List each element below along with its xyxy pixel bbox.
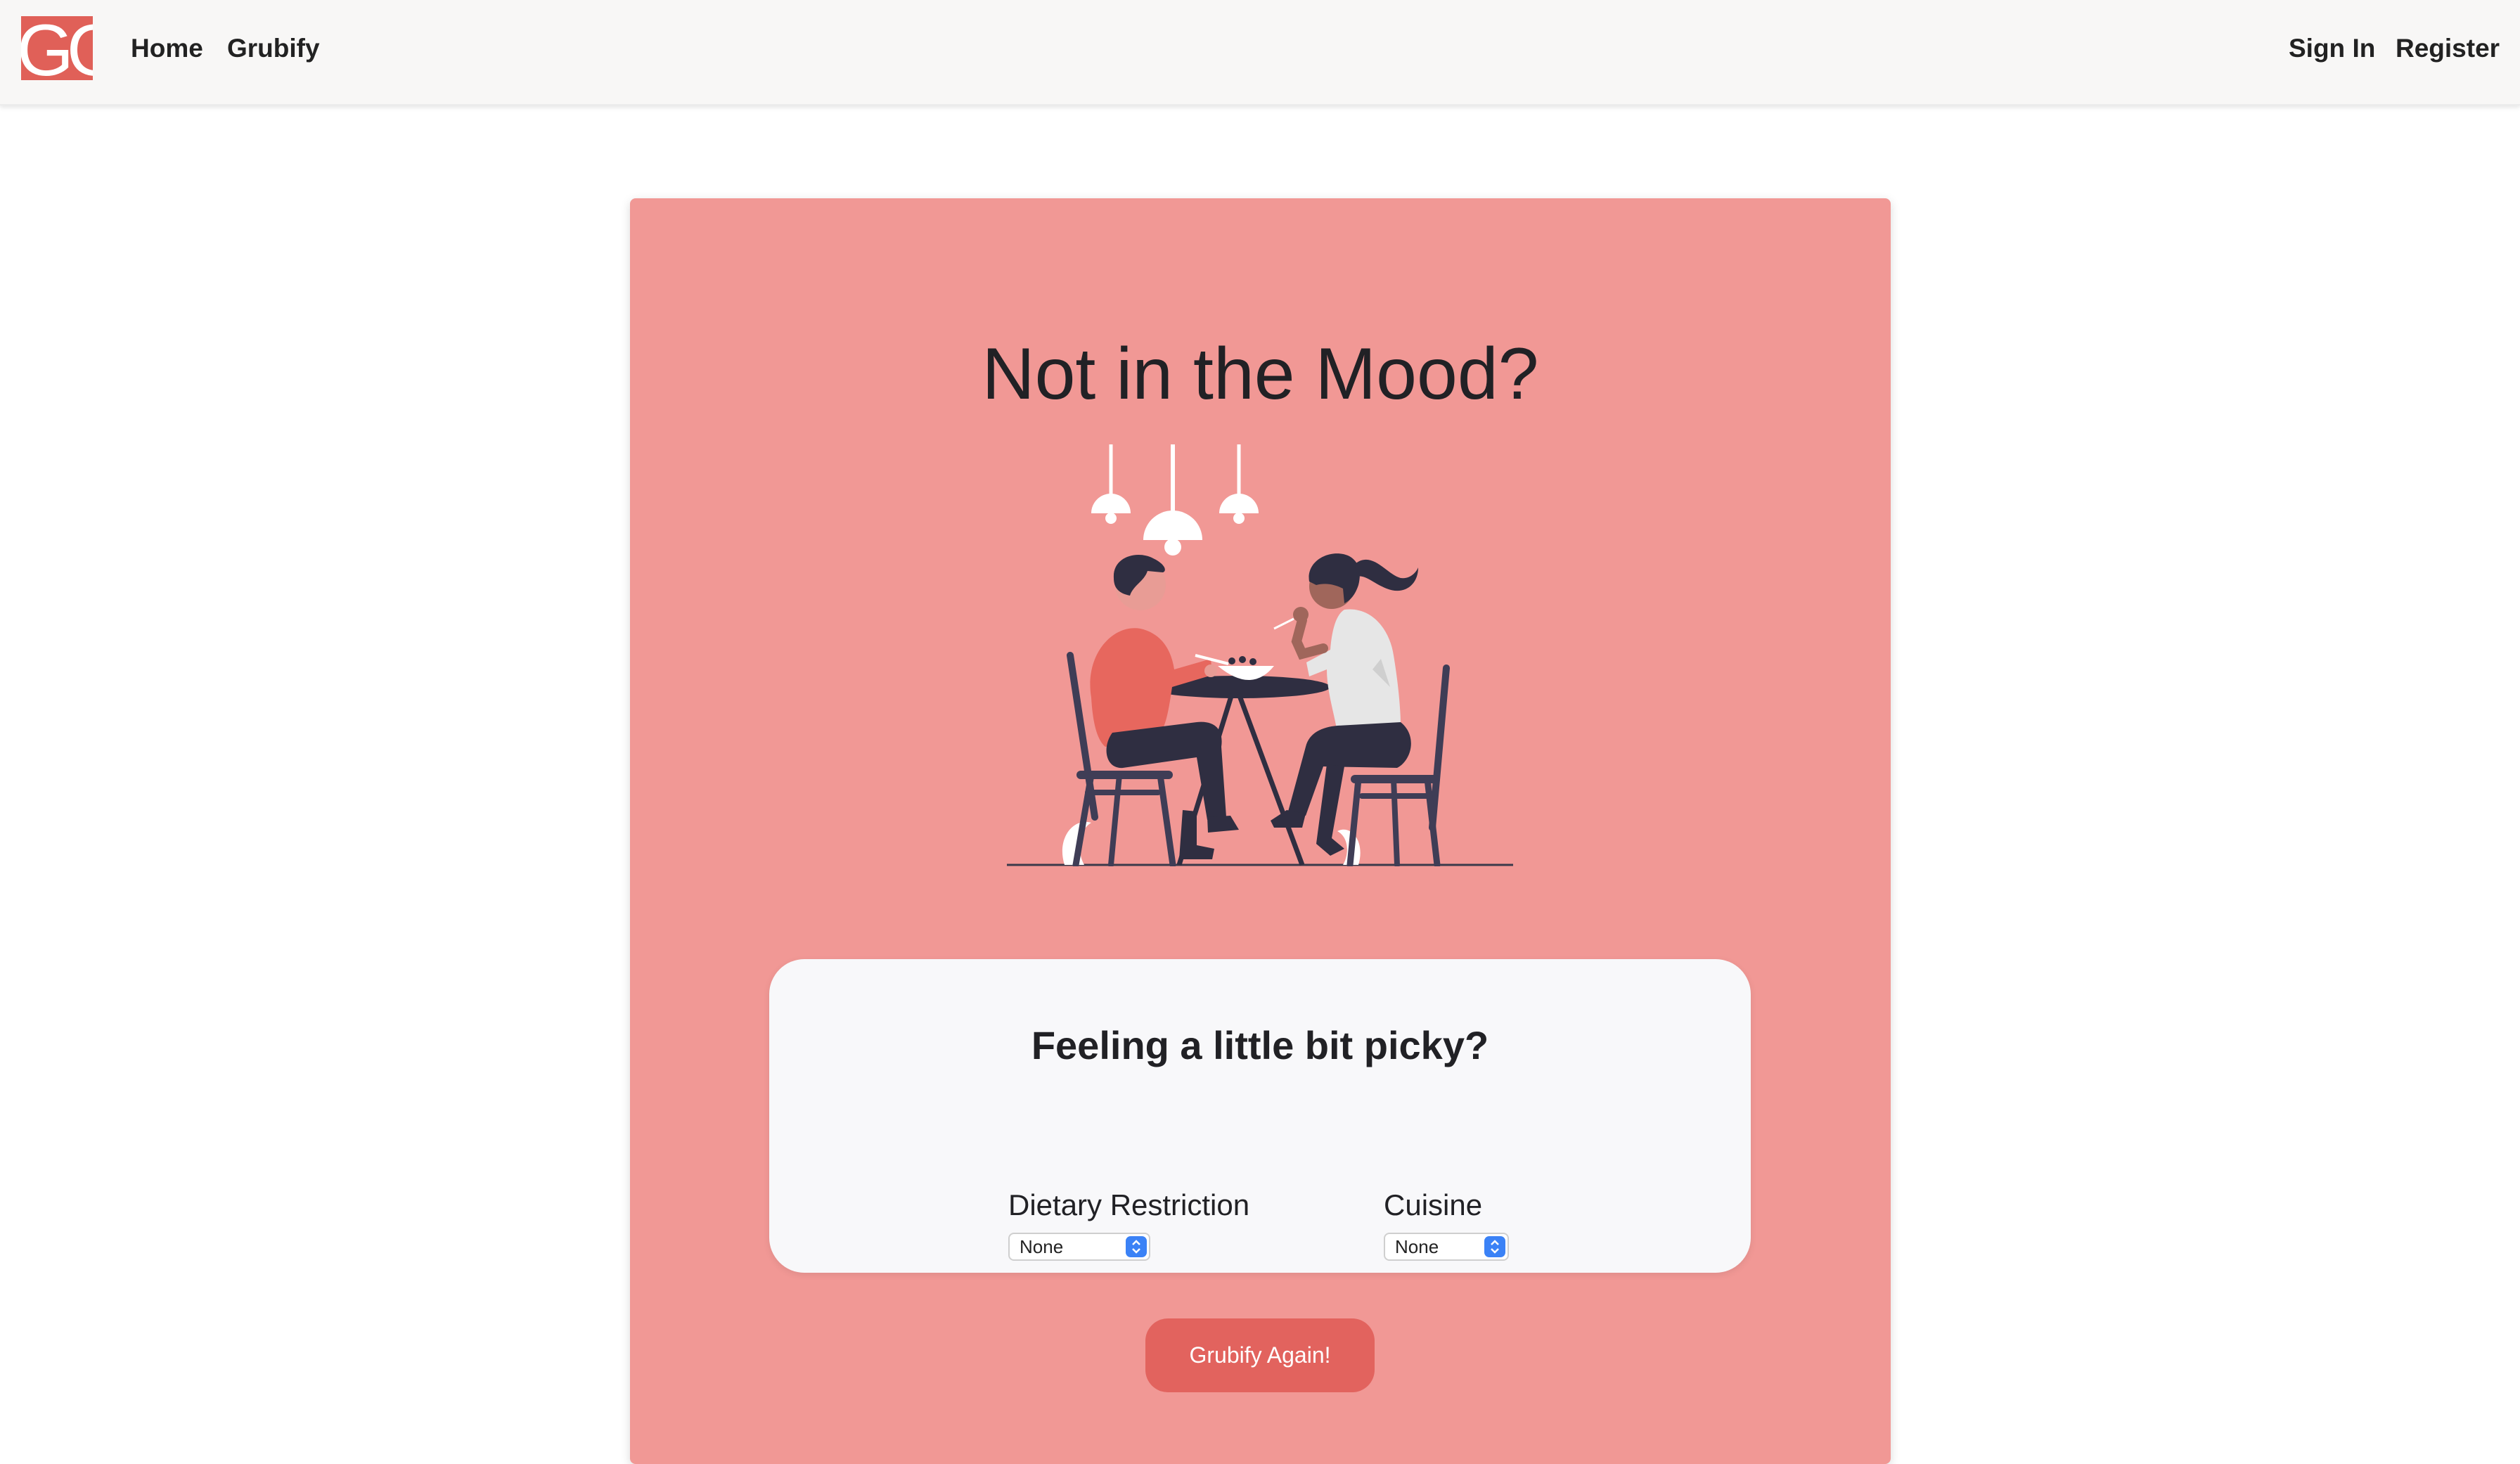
nav-link-grubify[interactable]: Grubify	[227, 32, 320, 65]
select-chevron-icon	[1126, 1236, 1147, 1257]
couple-dining-illustration	[1007, 444, 1513, 866]
brand-logo[interactable]: GG	[21, 16, 93, 80]
filter-panel-title: Feeling a little bit picky?	[1031, 1023, 1489, 1067]
top-navbar: GG Home Grubify Sign In Register	[0, 0, 2520, 105]
nav-link-register[interactable]: Register	[2396, 32, 2500, 65]
cuisine-value: None	[1395, 1236, 1439, 1257]
grubify-again-button[interactable]: Grubify Again!	[1145, 1318, 1375, 1392]
filter-panel: Feeling a little bit picky? Dietary Rest…	[769, 959, 1751, 1273]
nav-link-home[interactable]: Home	[131, 32, 203, 65]
nav-link-sign-in[interactable]: Sign In	[2289, 32, 2375, 65]
dietary-restriction-select[interactable]: None	[1008, 1233, 1150, 1261]
cuisine-label: Cuisine	[1384, 1188, 1483, 1221]
cuisine-select[interactable]: None	[1384, 1233, 1509, 1261]
page-headline: Not in the Mood?	[982, 333, 1539, 415]
dietary-restriction-label: Dietary Restriction	[1008, 1188, 1250, 1221]
select-chevron-icon	[1484, 1236, 1505, 1257]
brand-logo-text: GG	[21, 16, 93, 80]
dietary-restriction-value: None	[1020, 1236, 1064, 1257]
main-card: Not in the Mood? Feeling a little bit pi…	[630, 198, 1891, 1464]
